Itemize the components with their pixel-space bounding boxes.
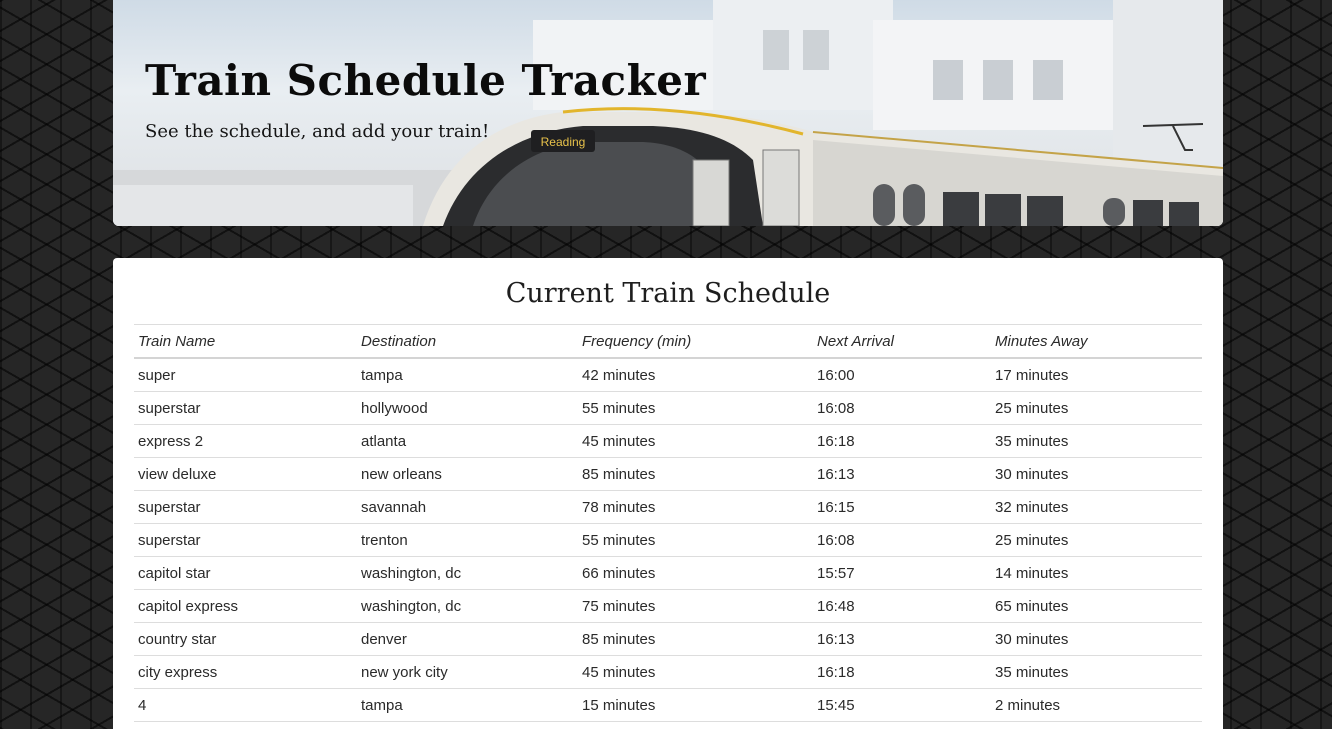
cell-destination: savannah xyxy=(357,490,578,524)
cell-frequency: 45 minutes xyxy=(578,424,813,458)
cell-destination: washington, dc xyxy=(357,556,578,590)
cell-minutes-away: 30 minutes xyxy=(991,622,1202,656)
cell-train-name: superstar xyxy=(134,523,357,557)
cell-next-arrival: 16:13 xyxy=(813,457,991,491)
cell-next-arrival: 15:57 xyxy=(813,556,991,590)
cell-destination: washington, dc xyxy=(357,589,578,623)
cell-train-name: super xyxy=(134,358,357,392)
cell-train-name: superstar xyxy=(134,391,357,425)
cell-next-arrival: 16:08 xyxy=(813,523,991,557)
cell-train-name: express 2 xyxy=(134,424,357,458)
page-subtitle: See the schedule, and add your train! xyxy=(145,121,490,142)
table-row: superstar hollywood 55 minutes 16:08 25 … xyxy=(134,391,1202,425)
schedule-title: Current Train Schedule xyxy=(505,278,831,309)
table-header-row: Train Name Destination Frequency (min) N… xyxy=(134,324,1202,359)
cell-minutes-away: 17 minutes xyxy=(991,358,1202,392)
cell-next-arrival: 16:00 xyxy=(813,358,991,392)
cell-frequency: 55 minutes xyxy=(578,391,813,425)
cell-minutes-away: 14 minutes xyxy=(991,556,1202,590)
table-row: capitol express washington, dc 75 minute… xyxy=(134,589,1202,623)
train-destination-sign: Reading xyxy=(541,135,586,149)
cell-next-arrival: 16:15 xyxy=(813,490,991,524)
cell-destination: tampa xyxy=(357,688,578,722)
cell-destination: tampa xyxy=(357,358,578,392)
cell-destination: new york city xyxy=(357,655,578,689)
column-header-minutes-away: Minutes Away xyxy=(991,324,1202,359)
schedule-table: Train Name Destination Frequency (min) N… xyxy=(134,324,1202,722)
cell-frequency: 45 minutes xyxy=(578,655,813,689)
cell-frequency: 66 minutes xyxy=(578,556,813,590)
cell-next-arrival: 16:18 xyxy=(813,655,991,689)
cell-train-name: view deluxe xyxy=(134,457,357,491)
cell-destination: new orleans xyxy=(357,457,578,491)
table-row: superstar trenton 55 minutes 16:08 25 mi… xyxy=(134,523,1202,557)
column-header-frequency: Frequency (min) xyxy=(578,324,813,359)
page-title: Train Schedule Tracker xyxy=(145,56,707,105)
cell-minutes-away: 25 minutes xyxy=(991,391,1202,425)
cell-minutes-away: 65 minutes xyxy=(991,589,1202,623)
cell-next-arrival: 16:18 xyxy=(813,424,991,458)
cell-destination: trenton xyxy=(357,523,578,557)
cell-train-name: capitol star xyxy=(134,556,357,590)
cell-next-arrival: 16:13 xyxy=(813,622,991,656)
cell-train-name: 4 xyxy=(134,688,357,722)
column-header-train-name: Train Name xyxy=(134,324,357,359)
cell-train-name: superstar xyxy=(134,490,357,524)
table-row: super tampa 42 minutes 16:00 17 minutes xyxy=(134,358,1202,392)
cell-minutes-away: 35 minutes xyxy=(991,424,1202,458)
column-header-destination: Destination xyxy=(357,324,578,359)
table-row: express 2 atlanta 45 minutes 16:18 35 mi… xyxy=(134,424,1202,458)
cell-train-name: country star xyxy=(134,622,357,656)
table-row: superstar savannah 78 minutes 16:15 32 m… xyxy=(134,490,1202,524)
train-hero-image: Reading xyxy=(113,0,1223,226)
cell-frequency: 78 minutes xyxy=(578,490,813,524)
cell-minutes-away: 25 minutes xyxy=(991,523,1202,557)
table-row: country star denver 85 minutes 16:13 30 … xyxy=(134,622,1202,656)
cell-destination: atlanta xyxy=(357,424,578,458)
table-row: city express new york city 45 minutes 16… xyxy=(134,655,1202,689)
table-row: 4 tampa 15 minutes 15:45 2 minutes xyxy=(134,688,1202,722)
cell-minutes-away: 32 minutes xyxy=(991,490,1202,524)
column-header-next-arrival: Next Arrival xyxy=(813,324,991,359)
cell-train-name: city express xyxy=(134,655,357,689)
table-row: capitol star washington, dc 66 minutes 1… xyxy=(134,556,1202,590)
header-banner: Reading Train Schedule Tracker See the s… xyxy=(113,0,1223,226)
cell-minutes-away: 2 minutes xyxy=(991,688,1202,722)
cell-minutes-away: 35 minutes xyxy=(991,655,1202,689)
cell-frequency: 85 minutes xyxy=(578,457,813,491)
cell-frequency: 55 minutes xyxy=(578,523,813,557)
schedule-panel: Current Train Schedule Train Name Destin… xyxy=(113,258,1223,729)
cell-train-name: capitol express xyxy=(134,589,357,623)
cell-destination: hollywood xyxy=(357,391,578,425)
cell-destination: denver xyxy=(357,622,578,656)
cell-frequency: 42 minutes xyxy=(578,358,813,392)
cell-frequency: 15 minutes xyxy=(578,688,813,722)
cell-next-arrival: 15:45 xyxy=(813,688,991,722)
cell-frequency: 85 minutes xyxy=(578,622,813,656)
cell-frequency: 75 minutes xyxy=(578,589,813,623)
cell-minutes-away: 30 minutes xyxy=(991,457,1202,491)
cell-next-arrival: 16:08 xyxy=(813,391,991,425)
cell-next-arrival: 16:48 xyxy=(813,589,991,623)
table-row: view deluxe new orleans 85 minutes 16:13… xyxy=(134,457,1202,491)
